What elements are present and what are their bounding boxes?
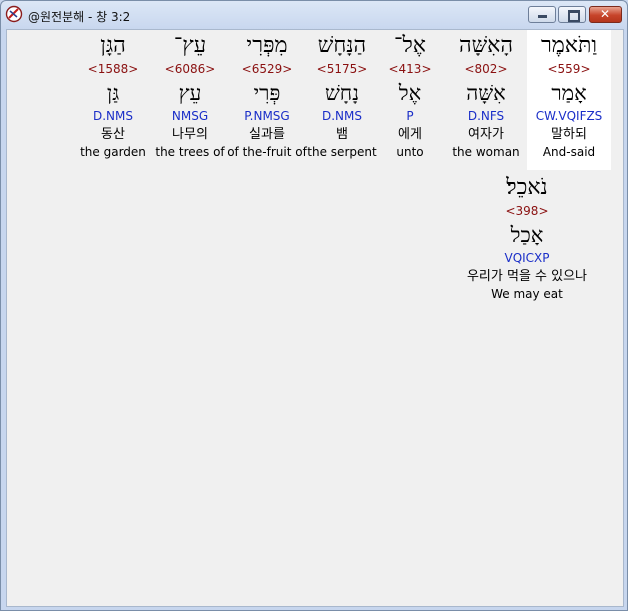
korean-gloss: 실과를 bbox=[249, 127, 285, 142]
close-button[interactable]: ✕ bbox=[589, 6, 622, 23]
strong-number[interactable]: <6529> bbox=[224, 61, 310, 78]
lemma: נָחָשׁ bbox=[324, 81, 360, 105]
strong-number[interactable]: <5175> bbox=[306, 61, 378, 78]
lemma: אֶל bbox=[398, 81, 422, 105]
lemma: אָמַר bbox=[551, 81, 587, 105]
hebrew-word: הַגָּן bbox=[100, 33, 126, 58]
morphology-code[interactable]: CW.VQIFZS bbox=[527, 108, 611, 125]
morphology-code[interactable]: P bbox=[377, 108, 443, 125]
morphology-code[interactable]: D.NFS bbox=[444, 108, 528, 125]
close-icon: ✕ bbox=[600, 7, 611, 21]
lemma: אָכַל bbox=[510, 223, 544, 247]
title-bar[interactable]: @원전분해 - 창 3:2 ✕ bbox=[1, 1, 627, 29]
lemma: אִשָּׁה bbox=[466, 81, 506, 105]
app-window: @원전분해 - 창 3:2 ✕ וַתֹּאמֶר <559> אָמַר CW… bbox=[0, 0, 628, 611]
word-card-3[interactable]: אֶל־ <413> אֶל P 에게 unto bbox=[377, 30, 443, 161]
lemma: גַּן bbox=[106, 81, 120, 105]
maximize-button[interactable] bbox=[558, 6, 586, 23]
word-card-2[interactable]: הָאִשָּׁה <802> אִשָּׁה D.NFS 여자가 the wo… bbox=[444, 30, 528, 161]
english-gloss: And-said bbox=[542, 145, 596, 159]
morphology-code[interactable]: P.NMSG bbox=[224, 108, 310, 125]
english-gloss: the serpent bbox=[307, 145, 377, 159]
strong-number[interactable]: <398> bbox=[447, 203, 607, 220]
korean-gloss: 말하되 bbox=[551, 127, 587, 142]
hebrew-word: הַנָּחָשׁ bbox=[317, 33, 367, 58]
strong-number[interactable]: <413> bbox=[377, 61, 443, 78]
hebrew-word: וַתֹּאמֶר bbox=[540, 33, 598, 58]
word-card-5[interactable]: מִפְּרִי <6529> פְּרִי P.NMSG 실과를 of the… bbox=[224, 30, 310, 161]
maximize-icon bbox=[568, 10, 580, 22]
minimize-button[interactable] bbox=[528, 6, 556, 23]
hebrew-word: מִפְּרִי bbox=[246, 33, 288, 58]
korean-gloss: 여자가 bbox=[468, 127, 504, 142]
korean-gloss: 나무의 bbox=[172, 127, 208, 142]
strong-number[interactable]: <6086> bbox=[151, 61, 229, 78]
word-card-7[interactable]: הַגָּן <1588> גַּן D.NMS 동산 the garden bbox=[77, 30, 149, 161]
lemma: פְּרִי bbox=[253, 81, 281, 105]
english-gloss: the garden bbox=[80, 145, 146, 159]
morphology-code[interactable]: D.NMS bbox=[77, 108, 149, 125]
hebrew-word: הָאִשָּׁה bbox=[458, 33, 514, 58]
korean-gloss: 동산 bbox=[101, 127, 125, 142]
strong-number[interactable]: <802> bbox=[444, 61, 528, 78]
english-gloss: of the-fruit of bbox=[227, 145, 307, 159]
interlinear-panel: וַתֹּאמֶר <559> אָמַר CW.VQIFZS 말하되 And-… bbox=[6, 29, 624, 607]
hebrew-word: עֵץ־ bbox=[173, 33, 207, 58]
morphology-code[interactable]: NMSG bbox=[151, 108, 229, 125]
hebrew-word: אֶל־ bbox=[394, 33, 426, 58]
english-gloss: the trees of bbox=[155, 145, 225, 159]
english-gloss: We may eat bbox=[491, 287, 563, 301]
app-logo-icon bbox=[5, 5, 23, 23]
word-card-4[interactable]: הַנָּחָשׁ <5175> נָחָשׁ D.NMS 뱀 the serp… bbox=[306, 30, 378, 161]
minimize-icon bbox=[538, 15, 547, 18]
english-gloss: unto bbox=[396, 145, 424, 159]
korean-gloss: 뱀 bbox=[336, 127, 348, 142]
word-card-1[interactable]: וַתֹּאמֶר <559> אָמַר CW.VQIFZS 말하되 And-… bbox=[527, 30, 611, 170]
english-gloss: the woman bbox=[452, 145, 520, 159]
word-card-8[interactable]: נֹאכֵל׃ <398> אָכַל VQICXP 우리가 먹을 수 있으나 … bbox=[447, 172, 607, 303]
strong-number[interactable]: <1588> bbox=[77, 61, 149, 78]
morphology-code[interactable]: D.NMS bbox=[306, 108, 378, 125]
korean-gloss: 우리가 먹을 수 있으나 bbox=[466, 269, 588, 284]
hebrew-word: נֹאכֵל׃ bbox=[506, 175, 548, 200]
korean-gloss: 에게 bbox=[398, 127, 422, 142]
lemma: עֵץ bbox=[178, 81, 202, 105]
morphology-code[interactable]: VQICXP bbox=[447, 250, 607, 267]
window-title: @원전분해 - 창 3:2 bbox=[28, 10, 131, 24]
strong-number[interactable]: <559> bbox=[527, 61, 611, 78]
word-card-6[interactable]: עֵץ־ <6086> עֵץ NMSG 나무의 the trees of bbox=[151, 30, 229, 161]
